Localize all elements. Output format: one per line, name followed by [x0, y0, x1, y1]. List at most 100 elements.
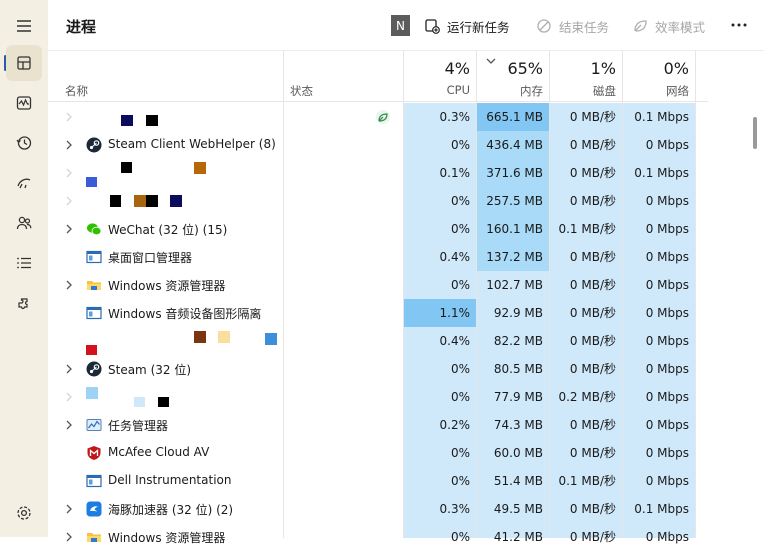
table-row[interactable]: 桌面窗口管理器 0.4% 137.2 MB 0 MB/秒 0 Mbps — [48, 243, 708, 271]
memory-cell: 74.3 MB — [493, 418, 543, 432]
table-row[interactable]: 0.3% 665.1 MB 0 MB/秒 0.1 Mbps — [48, 103, 708, 131]
memory-total[interactable]: 65% — [477, 59, 543, 78]
menu-icon[interactable] — [6, 8, 42, 44]
disk-cell: 0 MB/秒 — [569, 446, 616, 460]
memory-cell: 51.4 MB — [493, 474, 543, 488]
window-app-icon — [86, 250, 102, 264]
disk-column-header[interactable]: 磁盘 — [550, 83, 616, 99]
process-name: Steam (32 位) — [108, 363, 192, 377]
disk-cell: 0 MB/秒 — [569, 194, 616, 208]
table-row[interactable]: Windows 资源管理器 0% 102.7 MB 0 MB/秒 0 Mbps — [48, 271, 708, 299]
table-row[interactable]: 0% 77.9 MB 0.2 MB/秒 0 Mbps — [48, 383, 708, 411]
redacted-block — [86, 345, 97, 355]
process-name: 海豚加速器 (32 位) (2) — [108, 503, 234, 517]
network-cell: 0 Mbps — [645, 334, 689, 348]
disk-cell: 0 MB/秒 — [569, 138, 616, 152]
processes-icon[interactable] — [6, 45, 42, 81]
disk-total[interactable]: 1% — [550, 59, 616, 78]
network-total[interactable]: 0% — [623, 59, 689, 78]
table-row[interactable]: Steam Client WebHelper (8) 0% 436.4 MB 0… — [48, 131, 708, 159]
table-row[interactable]: Windows 音频设备图形隔离 1.1% 92.9 MB 0 MB/秒 0 M… — [48, 299, 708, 327]
redacted-block — [110, 195, 121, 207]
end-task-button[interactable]: 结束任务 — [536, 15, 609, 37]
process-table: 名称 状态 4% CPU 65% 内存 1% 磁盘 0% 网络 0.3% 665… — [48, 50, 764, 545]
table-row[interactable]: 任务管理器 0.2% 74.3 MB 0 MB/秒 0 Mbps — [48, 411, 708, 439]
table-row[interactable]: 0.4% 82.2 MB 0 MB/秒 0 Mbps — [48, 327, 708, 355]
settings-icon[interactable] — [6, 495, 42, 531]
chevron-right-icon[interactable] — [65, 532, 73, 542]
network-cell: 0 Mbps — [645, 138, 689, 152]
disk-cell: 0 MB/秒 — [569, 502, 616, 516]
efficiency-mode-label: 效率模式 — [655, 19, 706, 35]
chevron-right-icon[interactable] — [65, 140, 73, 150]
process-name: Steam Client WebHelper (8) — [108, 137, 276, 151]
process-name: Windows 资源管理器 — [108, 279, 226, 293]
efficiency-mode-button[interactable]: 效率模式 — [632, 15, 705, 37]
memory-cell: 102.7 MB — [486, 278, 543, 292]
status-column-header[interactable]: 状态 — [290, 83, 313, 99]
name-column-header[interactable]: 名称 — [65, 83, 88, 99]
cpu-cell: 0% — [450, 362, 470, 376]
chevron-right-icon[interactable] — [65, 196, 73, 206]
cpu-cell: 0% — [450, 446, 470, 460]
network-column-header[interactable]: 网络 — [623, 83, 689, 99]
disk-cell: 0 MB/秒 — [569, 362, 616, 376]
disk-cell: 0 MB/秒 — [569, 166, 616, 180]
app-history-icon[interactable] — [6, 125, 42, 161]
redacted-block — [158, 397, 169, 407]
cpu-cell: 0% — [450, 278, 470, 292]
disk-cell: 0 MB/秒 — [569, 278, 616, 292]
table-row[interactable]: 0% 257.5 MB 0 MB/秒 0 Mbps — [48, 187, 708, 215]
redacted-block — [121, 115, 133, 126]
mcafee-icon — [87, 446, 101, 460]
header-divider — [48, 101, 708, 102]
scrollbar-thumb[interactable] — [753, 117, 757, 149]
network-cell: 0 Mbps — [645, 194, 689, 208]
chevron-right-icon[interactable] — [65, 364, 73, 374]
startup-apps-icon[interactable] — [6, 165, 42, 201]
run-new-task-button[interactable]: 运行新任务 — [424, 15, 510, 37]
redacted-block — [218, 331, 230, 343]
cpu-cell: 0.4% — [439, 334, 471, 348]
chevron-right-icon[interactable] — [65, 168, 73, 178]
cpu-total[interactable]: 4% — [404, 59, 470, 78]
page-title: 进程 — [66, 18, 97, 36]
table-row[interactable]: 海豚加速器 (32 位) (2) 0.3% 49.5 MB 0 MB/秒 0.1… — [48, 495, 708, 523]
cpu-cell: 0.1% — [439, 166, 471, 180]
chevron-right-icon[interactable] — [65, 280, 73, 290]
table-row[interactable]: 0.1% 371.6 MB 0 MB/秒 0.1 Mbps — [48, 159, 708, 187]
folder-icon — [87, 281, 101, 290]
chevron-right-icon[interactable] — [65, 504, 73, 514]
memory-cell: 436.4 MB — [477, 131, 549, 159]
memory-column-header[interactable]: 内存 — [477, 83, 543, 99]
memory-cell: 41.2 MB — [493, 530, 543, 544]
redacted-block — [194, 162, 206, 174]
table-row[interactable]: Windows 资源管理器 0% 41.2 MB 0 MB/秒 0 Mbps — [48, 523, 708, 551]
performance-icon[interactable] — [6, 85, 42, 121]
run-new-task-label: 运行新任务 — [447, 19, 510, 35]
network-cell: 0 Mbps — [645, 362, 689, 376]
network-cell: 0.1 Mbps — [634, 502, 689, 516]
disk-cell: 0.1 MB/秒 — [558, 222, 616, 236]
run-task-icon — [425, 19, 440, 34]
table-row[interactable]: Dell Instrumentation 0% 51.4 MB 0.1 MB/秒… — [48, 467, 708, 495]
users-icon[interactable] — [6, 205, 42, 241]
chevron-right-icon[interactable] — [65, 224, 73, 234]
services-icon[interactable] — [6, 285, 42, 321]
table-row[interactable]: McAfee Cloud AV 0% 60.0 MB 0 MB/秒 0 Mbps — [48, 439, 708, 467]
nav-rail — [0, 0, 48, 537]
chevron-right-icon[interactable] — [65, 112, 73, 122]
redacted-block — [265, 333, 277, 345]
details-icon[interactable] — [6, 245, 42, 281]
cpu-column-header[interactable]: CPU — [404, 83, 470, 97]
chevron-right-icon[interactable] — [65, 392, 73, 402]
disk-cell: 0 MB/秒 — [569, 250, 616, 264]
table-row[interactable]: Steam (32 位) 0% 80.5 MB 0 MB/秒 0 Mbps — [48, 355, 708, 383]
more-options-icon[interactable] — [728, 14, 750, 36]
process-name: 任务管理器 — [108, 419, 169, 433]
memory-cell: 137.2 MB — [477, 243, 549, 271]
chevron-right-icon[interactable] — [65, 420, 73, 430]
redacted-block — [194, 331, 206, 343]
table-row[interactable]: WeChat (32 位) (15) 0% 160.1 MB 0.1 MB/秒 … — [48, 215, 708, 243]
network-cell: 0.1 Mbps — [634, 166, 689, 180]
